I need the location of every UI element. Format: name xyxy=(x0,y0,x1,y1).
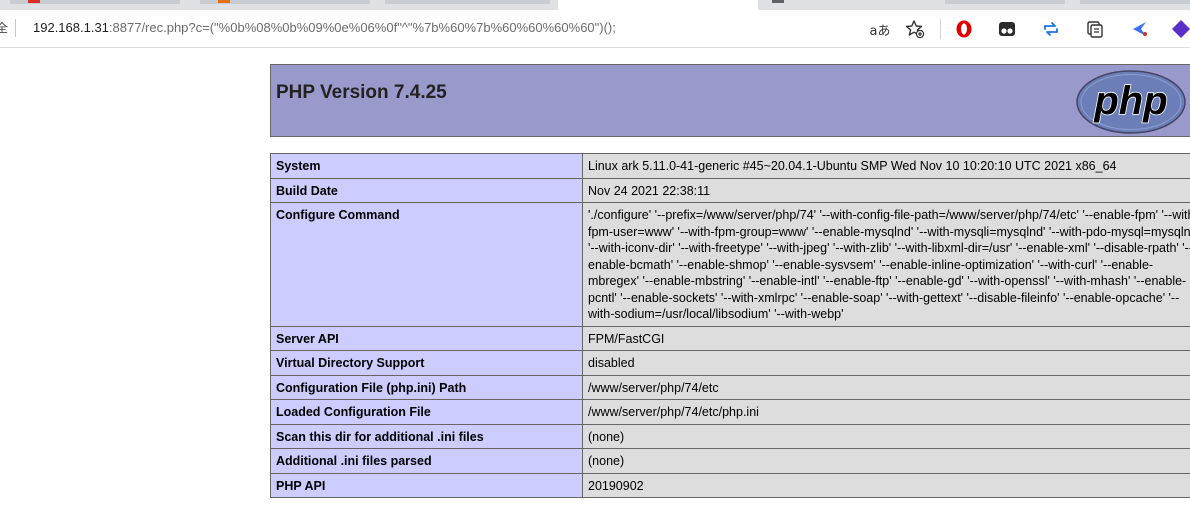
php-logo-text: php xyxy=(1093,79,1167,123)
config-directive-value: FPM/FastCGI xyxy=(582,325,1190,351)
address-bar[interactable]: 192.168.1.31:8877/rec.php?c=("%0b%08%0b%… xyxy=(33,20,616,35)
opera-extension-icon[interactable] xyxy=(953,18,975,40)
php-logo[interactable]: php xyxy=(1075,69,1187,139)
config-directive-value: './configure' '--prefix=/www/server/php/… xyxy=(582,202,1190,327)
toolbar-separator xyxy=(940,19,941,39)
config-directive-value: Linux ark 5.11.0-41-generic #45~20.04.1-… xyxy=(582,153,1190,179)
table-row: Server API FPM/FastCGI xyxy=(270,325,1190,351)
table-row: Additional .ini files parsed (none) xyxy=(270,448,1190,474)
config-directive-value: /www/server/php/74/etc/php.ini xyxy=(582,399,1190,425)
config-directive-name: Scan this dir for additional .ini files xyxy=(270,423,583,449)
table-row: Virtual Directory Support disabled xyxy=(270,350,1190,376)
config-directive-name: Loaded Configuration File xyxy=(270,399,583,425)
config-directive-name: Configuration File (php.ini) Path xyxy=(270,374,583,400)
tab-background[interactable] xyxy=(945,0,1065,4)
config-directive-name: Additional .ini files parsed xyxy=(270,448,583,474)
table-row: Configuration File (php.ini) Path/www/se… xyxy=(270,374,1190,400)
browser-toolbar: 全 192.168.1.31:8877/rec.php?c=("%0b%08%0… xyxy=(0,10,1190,48)
tab-favicon xyxy=(772,0,784,3)
tab-favicon xyxy=(218,0,230,3)
read-aloud-label: aあ xyxy=(869,23,891,39)
config-directive-name: Configure Command xyxy=(270,202,583,327)
php-version-header: PHP Version 7.4.25 php xyxy=(270,64,1190,137)
config-directive-name: Virtual Directory Support xyxy=(270,350,583,376)
config-directive-value: (none) xyxy=(582,423,1190,449)
tab-favicon xyxy=(28,0,40,3)
tab-background[interactable] xyxy=(385,0,550,4)
php-info-table-body: System Linux ark 5.11.0-41-generic #45~20… xyxy=(270,153,1190,498)
tab-strip xyxy=(0,0,1190,10)
table-row: Build Date Nov 24 2021 22:38:11 xyxy=(270,177,1190,203)
page-title: PHP Version 7.4.25 xyxy=(276,82,447,103)
browser-extension-icon[interactable] xyxy=(1129,18,1151,40)
url-path: :8877/rec.php?c=("%0b%08%0b%09%0e%06%0f"… xyxy=(108,20,616,35)
table-row: PHP API 20190902 xyxy=(270,472,1190,498)
collections-icon[interactable] xyxy=(1084,18,1106,40)
table-row: System Linux ark 5.11.0-41-generic #45~20… xyxy=(270,153,1190,179)
sync-icon[interactable] xyxy=(1040,18,1062,40)
active-tab[interactable] xyxy=(558,0,758,10)
config-directive-name: Server API xyxy=(270,325,583,351)
config-directive-name: Build Date xyxy=(270,177,583,203)
config-directive-value: Nov 24 2021 22:38:11 xyxy=(582,177,1190,203)
config-directive-name: PHP API xyxy=(270,472,583,498)
table-row: Configure Command './configure' '--prefix… xyxy=(270,202,1190,327)
url-host: 192.168.1.31 xyxy=(33,20,109,35)
separator xyxy=(15,19,16,37)
config-directive-name: System xyxy=(270,153,583,179)
config-directive-value: disabled xyxy=(582,350,1190,376)
config-directive-value: /www/server/php/74/etc xyxy=(582,374,1190,400)
profile-icon[interactable] xyxy=(1170,18,1190,40)
favorite-add-icon[interactable] xyxy=(904,18,926,40)
config-directive-value: 20190902 xyxy=(582,472,1190,498)
tab-background[interactable] xyxy=(1080,0,1190,4)
table-row: Loaded Configuration File/www/server/php… xyxy=(270,399,1190,425)
table-row: Scan this dir for additional .ini files(… xyxy=(270,423,1190,449)
site-info-button[interactable]: 全 xyxy=(0,19,8,36)
tampermonkey-icon[interactable] xyxy=(996,18,1018,40)
read-aloud-icon[interactable]: aあ xyxy=(869,18,891,40)
config-directive-value: (none) xyxy=(582,448,1190,474)
php-info-table: System Linux ark 5.11.0-41-generic #45~20… xyxy=(270,153,1190,498)
